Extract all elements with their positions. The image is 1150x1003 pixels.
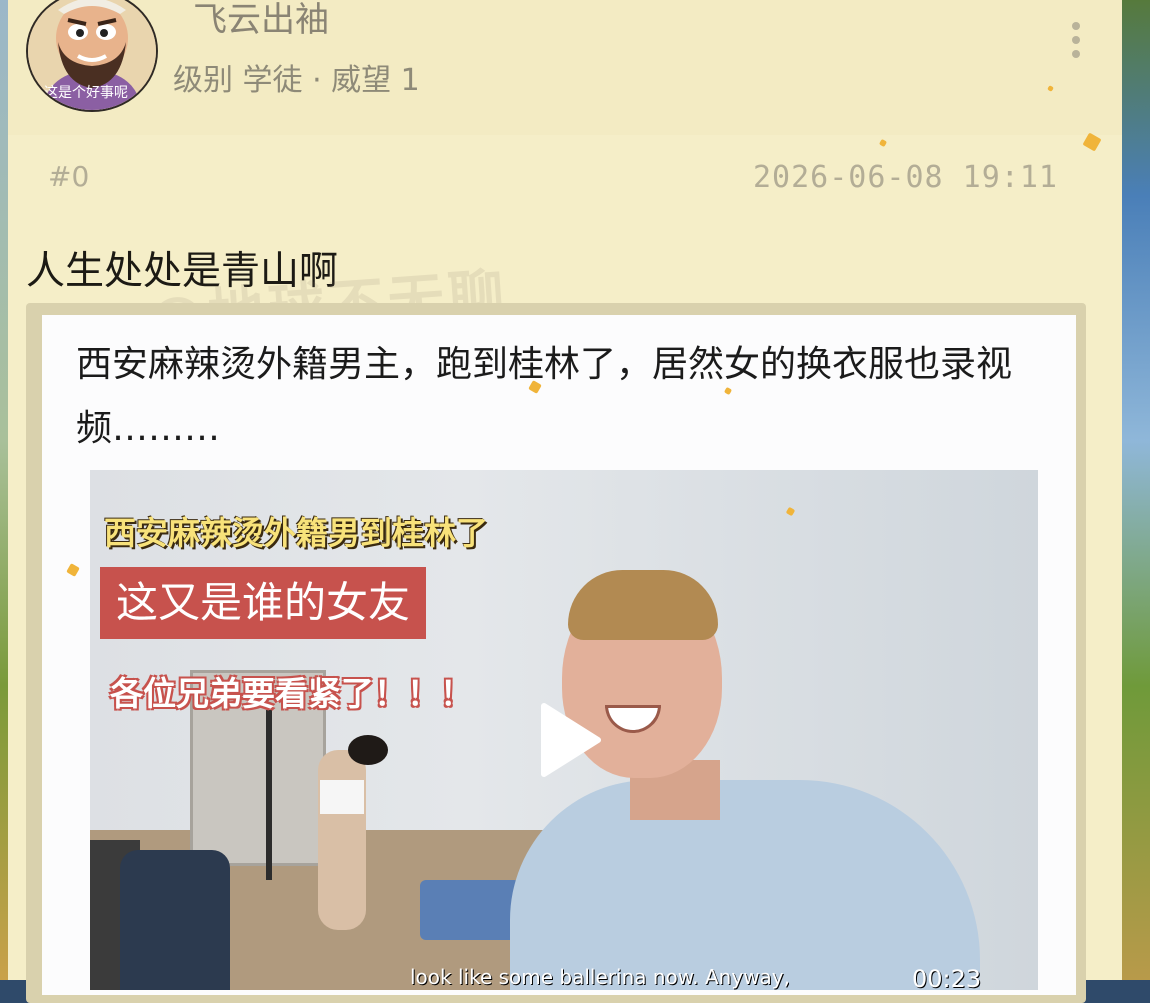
post-timestamp: 2026-06-08 19:11 — [753, 160, 1058, 195]
user-level: 级别 学徒 · 威望 1 — [173, 63, 420, 98]
video-duration: 00:23 — [912, 965, 982, 990]
video-scene-person-top — [320, 780, 364, 814]
video-scene-lamp — [266, 710, 272, 880]
video-scene-man-hair — [568, 570, 718, 640]
background-right — [1122, 0, 1150, 980]
background-left — [0, 0, 8, 980]
video-scene-person — [318, 750, 366, 930]
video-caption-banner: 这又是谁的女友 — [100, 567, 427, 639]
username[interactable]: 飞云出袖 — [193, 0, 329, 41]
play-icon[interactable] — [536, 702, 602, 778]
video-subtitle: look like some ballerina now. Anyway, — [410, 965, 790, 989]
avatar-caption: 这是个好事呢 — [44, 85, 128, 101]
video-caption-top: 西安麻辣烫外籍男到桂林了 — [104, 514, 489, 552]
video-player[interactable]: 西安麻辣烫外籍男到桂林了 这又是谁的女友 各位兄弟要看紧了！！！ look li… — [90, 470, 1038, 990]
more-options-icon[interactable] — [1068, 22, 1084, 66]
video-scene-person-hair — [348, 735, 388, 765]
video-scene-clothes — [420, 880, 520, 940]
video-caption-warning: 各位兄弟要看紧了！！！ — [110, 674, 473, 713]
video-scene-chair — [120, 850, 230, 990]
quoted-post-text: 西安麻辣烫外籍男主，跑到桂林了，居然女的换衣服也录视频……… — [76, 344, 1013, 449]
floor-number: #0 — [48, 160, 90, 193]
